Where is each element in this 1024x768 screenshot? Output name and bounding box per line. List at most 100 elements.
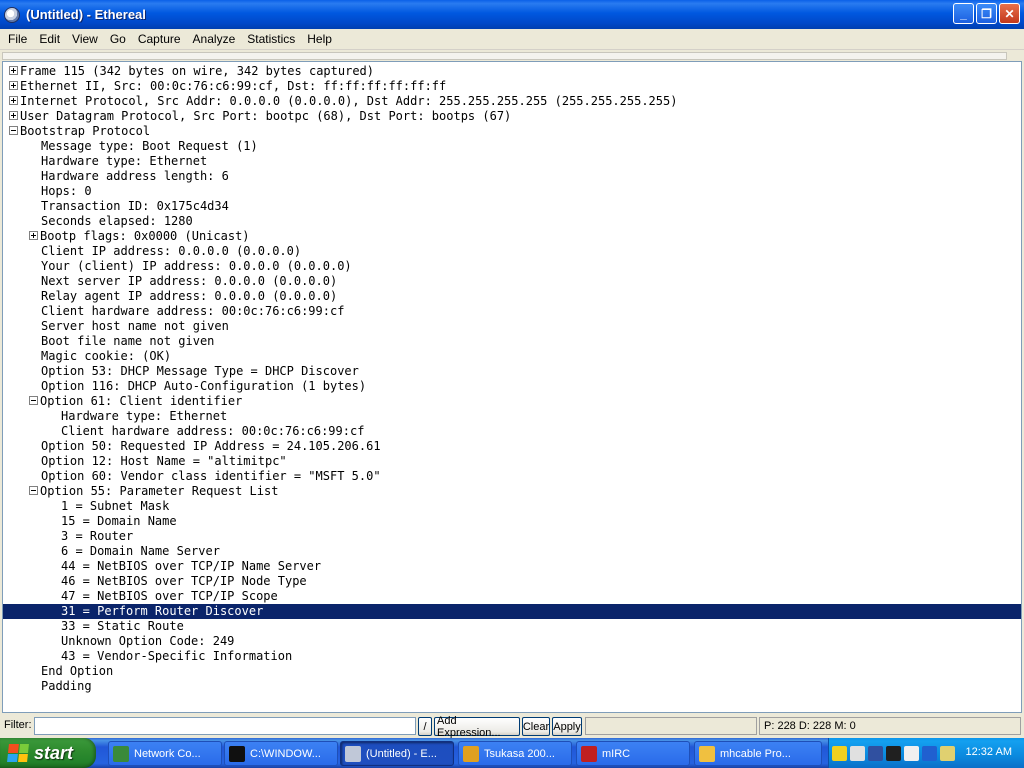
tree-row-text: 3 = Router xyxy=(61,529,134,543)
tree-row[interactable]: Client hardware address: 00:0c:76:c6:99:… xyxy=(3,304,1021,319)
tree-row[interactable]: 6 = Domain Name Server xyxy=(3,544,1021,559)
tray-app-icon[interactable] xyxy=(940,745,955,761)
tree-row[interactable]: Boot file name not given xyxy=(3,334,1021,349)
tree-row[interactable]: Server host name not given xyxy=(3,319,1021,334)
expand-plus-icon[interactable] xyxy=(9,66,18,75)
expand-plus-icon[interactable] xyxy=(29,231,38,240)
filter-history-dropdown[interactable]: / xyxy=(418,717,432,736)
menu-edit[interactable]: Edit xyxy=(33,32,66,46)
menu-help[interactable]: Help xyxy=(301,32,338,46)
tray-app-icon[interactable] xyxy=(868,745,883,761)
tree-row[interactable]: Next server IP address: 0.0.0.0 (0.0.0.0… xyxy=(3,274,1021,289)
task-app-icon xyxy=(581,745,597,762)
apply-filter-button[interactable]: Apply xyxy=(552,717,582,736)
ethereal-app-icon[interactable] xyxy=(4,6,20,23)
tree-row[interactable]: Internet Protocol, Src Addr: 0.0.0.0 (0.… xyxy=(3,94,1021,109)
menu-analyze[interactable]: Analyze xyxy=(187,32,242,46)
menu-go[interactable]: Go xyxy=(104,32,132,46)
clear-filter-button[interactable]: Clear xyxy=(522,717,550,736)
clock[interactable]: 12:32 AM xyxy=(966,746,1012,758)
status-message xyxy=(585,717,757,735)
tree-row[interactable]: Option 60: Vendor class identifier = "MS… xyxy=(3,469,1021,484)
tree-row[interactable]: 3 = Router xyxy=(3,529,1021,544)
close-button[interactable]: ✕ xyxy=(999,3,1020,24)
collapse-minus-icon[interactable] xyxy=(9,126,18,135)
title-bar[interactable]: (Untitled) - Ethereal _ ❐ ✕ xyxy=(0,0,1024,29)
start-button[interactable]: start xyxy=(0,738,96,768)
taskbar-button[interactable]: C:\WINDOW... xyxy=(224,741,338,766)
tree-row[interactable]: Transaction ID: 0x175c4d34 xyxy=(3,199,1021,214)
tree-row[interactable]: Hops: 0 xyxy=(3,184,1021,199)
tree-row[interactable]: 46 = NetBIOS over TCP/IP Node Type xyxy=(3,574,1021,589)
tree-row[interactable]: 47 = NetBIOS over TCP/IP Scope xyxy=(3,589,1021,604)
tree-row[interactable]: Message type: Boot Request (1) xyxy=(3,139,1021,154)
tree-row-text: Boot file name not given xyxy=(41,334,215,348)
tray-app-icon[interactable] xyxy=(850,745,865,761)
tree-row-text: Option 53: DHCP Message Type = DHCP Disc… xyxy=(41,364,359,378)
tree-row[interactable]: 15 = Domain Name xyxy=(3,514,1021,529)
tree-row[interactable]: Option 50: Requested IP Address = 24.105… xyxy=(3,439,1021,454)
tree-row[interactable]: Padding xyxy=(3,679,1021,694)
tree-row[interactable]: Hardware type: Ethernet xyxy=(3,409,1021,424)
tree-row[interactable]: Option 61: Client identifier xyxy=(3,394,1021,409)
menu-file[interactable]: File xyxy=(2,32,33,46)
tree-row[interactable]: Frame 115 (342 bytes on wire, 342 bytes … xyxy=(3,64,1021,79)
tree-row[interactable]: Hardware type: Ethernet xyxy=(3,154,1021,169)
tree-row[interactable]: Option 55: Parameter Request List xyxy=(3,484,1021,499)
expand-plus-icon[interactable] xyxy=(9,96,18,105)
tree-row[interactable]: 31 = Perform Router Discover xyxy=(3,604,1021,619)
tray-app-icon[interactable] xyxy=(904,745,919,761)
tree-row-text: Your (client) IP address: 0.0.0.0 (0.0.0… xyxy=(41,259,352,273)
minimize-button[interactable]: _ xyxy=(953,3,974,24)
tree-row-text: User Datagram Protocol, Src Port: bootpc… xyxy=(20,109,512,123)
tree-row[interactable]: Ethernet II, Src: 00:0c:76:c6:99:cf, Dst… xyxy=(3,79,1021,94)
tree-row[interactable]: Bootstrap Protocol xyxy=(3,124,1021,139)
menu-view[interactable]: View xyxy=(66,32,104,46)
tree-row[interactable]: Your (client) IP address: 0.0.0.0 (0.0.0… xyxy=(3,259,1021,274)
tree-row-text: Option 60: Vendor class identifier = "MS… xyxy=(41,469,381,483)
maximize-button[interactable]: ❐ xyxy=(976,3,997,24)
tray-app-icon[interactable] xyxy=(832,745,847,761)
tree-row[interactable]: Seconds elapsed: 1280 xyxy=(3,214,1021,229)
tree-row[interactable]: Client hardware address: 00:0c:76:c6:99:… xyxy=(3,424,1021,439)
taskbar-button[interactable]: (Untitled) - E... xyxy=(340,741,454,766)
menu-capture[interactable]: Capture xyxy=(132,32,187,46)
tree-row[interactable]: Magic cookie: (OK) xyxy=(3,349,1021,364)
tree-row[interactable]: 44 = NetBIOS over TCP/IP Name Server xyxy=(3,559,1021,574)
system-tray: 12:32 AM xyxy=(828,738,1024,768)
task-label: C:\WINDOW... xyxy=(250,747,321,760)
tree-row[interactable]: 43 = Vendor-Specific Information xyxy=(3,649,1021,664)
taskbar-button[interactable]: mIRC xyxy=(576,741,690,766)
filter-label: Filter: xyxy=(4,719,32,731)
tree-row-text: 46 = NetBIOS over TCP/IP Node Type xyxy=(61,574,307,588)
taskbar-button[interactable]: Network Co... xyxy=(108,741,222,766)
window-title: (Untitled) - Ethereal xyxy=(26,7,146,22)
taskbar-button[interactable]: mhcable Pro... xyxy=(694,741,822,766)
taskbar-button[interactable]: Tsukasa 200... xyxy=(458,741,572,766)
menu-statistics[interactable]: Statistics xyxy=(241,32,301,46)
collapse-minus-icon[interactable] xyxy=(29,486,38,495)
tree-row[interactable]: Bootp flags: 0x0000 (Unicast) xyxy=(3,229,1021,244)
expand-plus-icon[interactable] xyxy=(9,81,18,90)
add-expression-button[interactable]: Add Expression... xyxy=(434,715,520,739)
tree-row-text: Option 55: Parameter Request List xyxy=(40,484,279,498)
filter-input[interactable] xyxy=(34,717,416,735)
tree-row[interactable]: User Datagram Protocol, Src Port: bootpc… xyxy=(3,109,1021,124)
packet-details-pane[interactable]: Frame 115 (342 bytes on wire, 342 bytes … xyxy=(2,61,1022,713)
tree-row[interactable]: Option 116: DHCP Auto-Configuration (1 b… xyxy=(3,379,1021,394)
tree-row-text: Internet Protocol, Src Addr: 0.0.0.0 (0.… xyxy=(20,94,678,108)
pane-splitter[interactable] xyxy=(2,52,1007,60)
tree-row[interactable]: End Option xyxy=(3,664,1021,679)
tree-row[interactable]: Option 12: Host Name = "altimitpc" xyxy=(3,454,1021,469)
tree-row[interactable]: Client IP address: 0.0.0.0 (0.0.0.0) xyxy=(3,244,1021,259)
tree-row[interactable]: Unknown Option Code: 249 xyxy=(3,634,1021,649)
tree-row[interactable]: Option 53: DHCP Message Type = DHCP Disc… xyxy=(3,364,1021,379)
tree-row[interactable]: 1 = Subnet Mask xyxy=(3,499,1021,514)
collapse-minus-icon[interactable] xyxy=(29,396,38,405)
expand-plus-icon[interactable] xyxy=(9,111,18,120)
tree-row[interactable]: Relay agent IP address: 0.0.0.0 (0.0.0.0… xyxy=(3,289,1021,304)
tray-app-icon[interactable] xyxy=(886,745,901,761)
tree-row[interactable]: 33 = Static Route xyxy=(3,619,1021,634)
tray-app-icon[interactable] xyxy=(922,745,937,761)
tree-row[interactable]: Hardware address length: 6 xyxy=(3,169,1021,184)
